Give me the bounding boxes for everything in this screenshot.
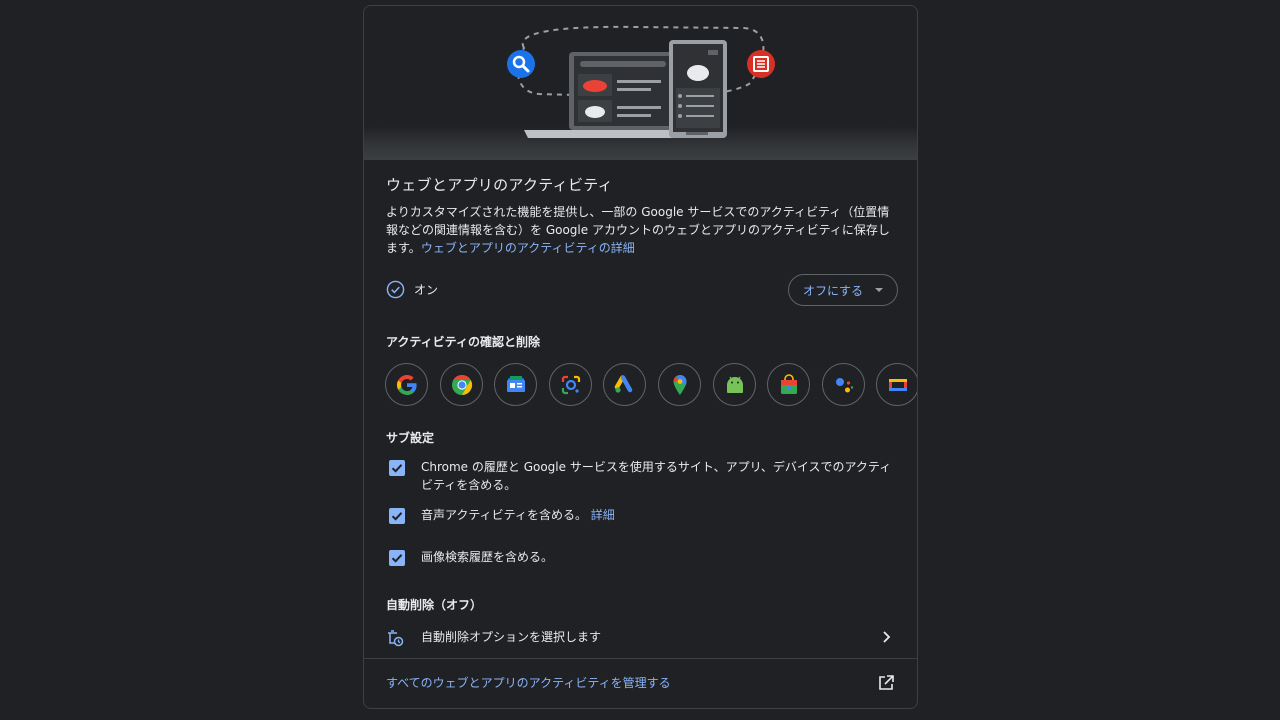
status-row: オン オフにする — [386, 274, 898, 306]
android-icon[interactable] — [712, 363, 756, 406]
divider — [364, 658, 917, 659]
app-icons-row: G — [385, 363, 917, 407]
page-title: ウェブとアプリのアクティビティ — [386, 176, 613, 194]
sub-setting-label: 音声アクティビティを含める。 — [421, 508, 587, 522]
sub-setting-voice: 音声アクティビティを含める。 詳細 — [386, 506, 898, 526]
sub-setting-voice-text: 音声アクティビティを含める。 詳細 — [421, 506, 901, 524]
tv-icon[interactable] — [876, 363, 917, 406]
checkbox-voice[interactable] — [389, 508, 405, 524]
maps-icon[interactable] — [657, 363, 701, 406]
sub-setting-label: Chrome の履歴と Google サービスを使用するサイト、アプリ、デバイス… — [421, 460, 892, 492]
chrome-icon[interactable] — [439, 363, 483, 406]
auto-delete-label: 自動削除オプションを選択します — [421, 630, 602, 644]
sub-settings-title: サブ設定 — [386, 431, 435, 445]
status-label: オン — [414, 283, 439, 297]
description: よりカスタマイズされた機能を提供し、一部の Google サービスでのアクティビ… — [386, 203, 898, 257]
voice-details-link[interactable]: 詳細 — [591, 508, 615, 522]
sub-setting-chrome-history: Chrome の履歴と Google サービスを使用するサイト、アプリ、デバイス… — [386, 458, 898, 494]
check-circle-icon — [386, 280, 405, 299]
manage-activity-link[interactable]: すべてのウェブとアプリのアクティビティを管理する — [386, 674, 671, 691]
details-link[interactable]: ウェブとアプリのアクティビティの詳細 — [421, 241, 635, 255]
google-icon[interactable] — [385, 363, 428, 406]
checkmark-icon — [391, 554, 403, 563]
chevron-right-icon — [883, 631, 891, 643]
chevron-down-icon — [875, 288, 884, 292]
checkbox-image-search[interactable] — [389, 550, 405, 566]
assistant-icon[interactable] — [821, 363, 865, 406]
play-store-icon[interactable] — [767, 363, 811, 406]
lens-icon[interactable] — [548, 363, 592, 406]
checkmark-icon — [391, 464, 403, 473]
turn-off-label: オフにする — [802, 283, 864, 298]
open-in-new-icon[interactable] — [877, 674, 895, 692]
sub-setting-label: 画像検索履歴を含める。 — [421, 550, 554, 564]
sub-setting-image-search: 画像検索履歴を含める。 — [386, 548, 898, 568]
activity-card: ウェブとアプリのアクティビティ よりカスタマイズされた機能を提供し、一部の Go… — [363, 5, 918, 709]
turn-off-button[interactable]: オフにする — [788, 274, 898, 306]
auto-delete-title: 自動削除（オフ） — [386, 598, 483, 612]
auto-delete-option[interactable]: 自動削除オプションを選択します — [386, 625, 898, 653]
news-icon[interactable] — [494, 363, 538, 406]
checkmark-icon — [391, 512, 403, 521]
devices-illustration — [507, 25, 775, 138]
review-section-title: アクティビティの確認と削除 — [386, 335, 540, 349]
checkbox-chrome-history[interactable] — [389, 460, 405, 476]
auto-delete-icon — [388, 630, 404, 647]
ads-icon[interactable] — [603, 363, 647, 406]
hero-illustration — [364, 6, 917, 160]
